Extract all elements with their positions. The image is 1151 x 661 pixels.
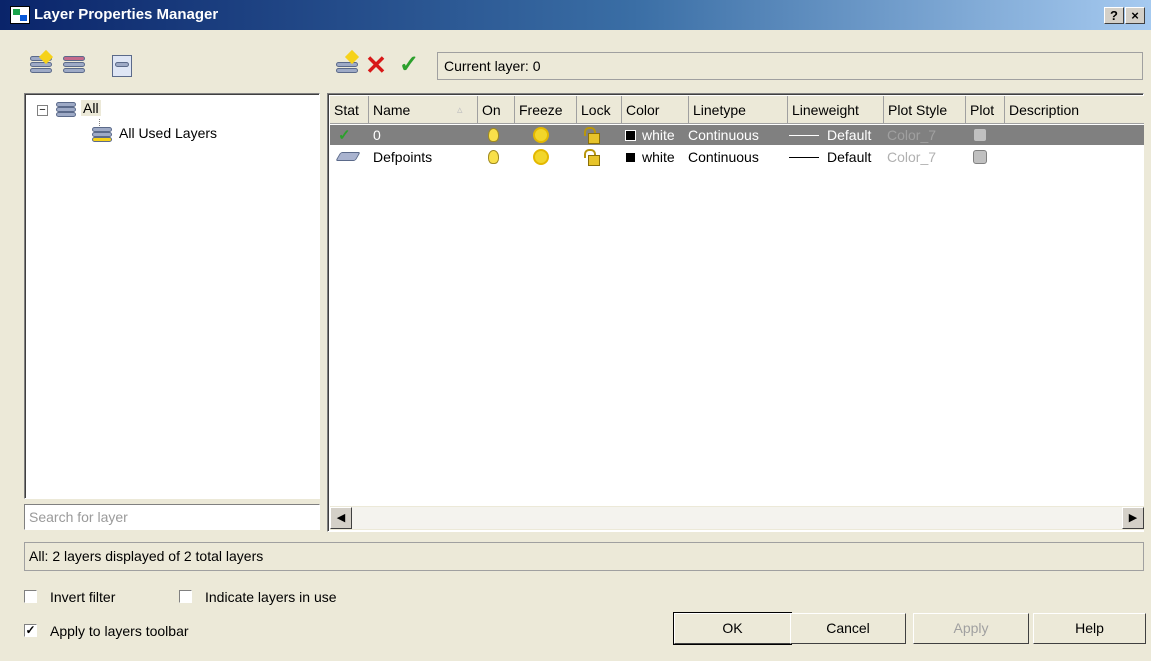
set-current-button[interactable]: ✓	[395, 52, 423, 80]
used-layers-filter-icon	[92, 123, 114, 142]
layer-states-manager-button[interactable]	[108, 52, 136, 80]
new-property-filter-button[interactable]	[27, 49, 55, 80]
col-header-lineweight[interactable]: Lineweight	[788, 96, 884, 124]
layer-row-1[interactable]: Defpoints white Continuous Default Color…	[330, 147, 1144, 167]
col-header-plot-style[interactable]: Plot Style	[884, 96, 966, 124]
color-swatch[interactable]	[625, 130, 636, 141]
ok-button[interactable]: OK	[673, 612, 792, 645]
layer-linetype[interactable]: Continuous	[688, 147, 759, 167]
scroll-left-button[interactable]: ◀	[330, 507, 352, 529]
lineweight-sample	[789, 157, 819, 158]
layer-icon	[335, 152, 361, 161]
col-header-description[interactable]: Description	[1005, 96, 1144, 124]
title-bar: Layer Properties Manager ? ×	[0, 0, 1151, 30]
collapse-toggle[interactable]: −	[37, 105, 48, 116]
invert-filter-label: Invert filter	[50, 589, 116, 605]
apply-to-layers-toolbar-checkbox[interactable]: ✓	[24, 624, 37, 637]
lineweight-sample	[789, 135, 819, 136]
layer-name[interactable]: Defpoints	[373, 147, 432, 167]
layer-color[interactable]: white	[642, 125, 675, 145]
scroll-right-button[interactable]: ▶	[1122, 507, 1144, 529]
new-layer-button[interactable]	[333, 49, 361, 80]
indicate-layers-in-use-label: Indicate layers in use	[205, 589, 337, 605]
col-header-freeze[interactable]: Freeze	[515, 96, 577, 124]
thaw-sun-icon[interactable]	[533, 149, 549, 165]
invert-filter-option[interactable]: Invert filter	[24, 587, 164, 607]
grid-header: Stat Name ▵ On Freeze Lock Color Linetyp…	[330, 96, 1144, 124]
indicate-layers-in-use-option[interactable]: Indicate layers in use	[179, 587, 379, 607]
current-layer-display: Current layer: 0	[437, 52, 1143, 80]
apply-button[interactable]: Apply	[913, 613, 1029, 644]
help-button[interactable]: Help	[1033, 613, 1146, 644]
thaw-sun-icon[interactable]	[533, 127, 549, 143]
layers-app-icon	[10, 6, 30, 24]
close-button[interactable]: ×	[1125, 7, 1145, 24]
unlock-icon[interactable]	[583, 149, 600, 166]
delete-layer-button[interactable]: ✕	[362, 52, 390, 80]
apply-to-layers-toolbar-option[interactable]: ✓ Apply to layers toolbar	[24, 621, 244, 641]
layer-count-status: All: 2 layers displayed of 2 total layer…	[24, 542, 1144, 571]
apply-to-layers-toolbar-label: Apply to layers toolbar	[50, 623, 189, 639]
new-group-filter-button[interactable]	[60, 52, 88, 80]
current-layer-check-icon: ✓	[338, 127, 351, 144]
layer-lineweight[interactable]: Default	[827, 147, 871, 167]
col-header-name[interactable]: Name ▵	[369, 96, 478, 124]
indicate-layers-in-use-checkbox[interactable]	[179, 590, 192, 603]
col-header-lock[interactable]: Lock	[577, 96, 622, 124]
tree-item-all-used-layers[interactable]: All Used Layers	[119, 125, 217, 141]
search-layer-input[interactable]	[24, 504, 320, 530]
layer-name[interactable]: 0	[373, 125, 381, 145]
layer-color[interactable]: white	[642, 147, 675, 167]
col-header-status[interactable]: Stat	[330, 96, 369, 124]
cancel-button[interactable]: Cancel	[790, 613, 906, 644]
col-header-linetype[interactable]: Linetype	[689, 96, 788, 124]
on-bulb-icon[interactable]	[488, 150, 499, 164]
layer-plot-style[interactable]: Color_7	[887, 147, 936, 167]
scroll-track[interactable]	[352, 507, 1122, 529]
tree-item-all[interactable]: All	[81, 100, 101, 116]
horizontal-scrollbar[interactable]: ◀ ▶	[330, 506, 1144, 530]
layer-row-0[interactable]: ✓ 0 white Continuous Default Color_7	[330, 125, 1144, 145]
layer-plot-style[interactable]: Color_7	[887, 125, 936, 145]
layer-lineweight[interactable]: Default	[827, 125, 871, 145]
color-swatch[interactable]	[625, 152, 636, 163]
col-header-plot[interactable]: Plot	[966, 96, 1005, 124]
sort-arrow-icon: ▵	[457, 104, 463, 116]
layer-linetype[interactable]: Continuous	[688, 125, 759, 145]
on-bulb-icon[interactable]	[488, 128, 499, 142]
plot-printer-icon[interactable]	[973, 128, 987, 142]
layer-list-grid[interactable]: Stat Name ▵ On Freeze Lock Color Linetyp…	[327, 93, 1144, 532]
all-filter-icon	[56, 101, 78, 119]
window-title: Layer Properties Manager	[34, 6, 219, 23]
invert-filter-checkbox[interactable]	[24, 590, 37, 603]
col-header-on[interactable]: On	[478, 96, 515, 124]
unlock-icon[interactable]	[583, 127, 600, 144]
help-title-button[interactable]: ?	[1104, 7, 1124, 24]
plot-printer-icon[interactable]	[973, 150, 987, 164]
filter-tree-panel[interactable]: − All All Used Layers	[24, 93, 320, 499]
col-header-color[interactable]: Color	[622, 96, 689, 124]
